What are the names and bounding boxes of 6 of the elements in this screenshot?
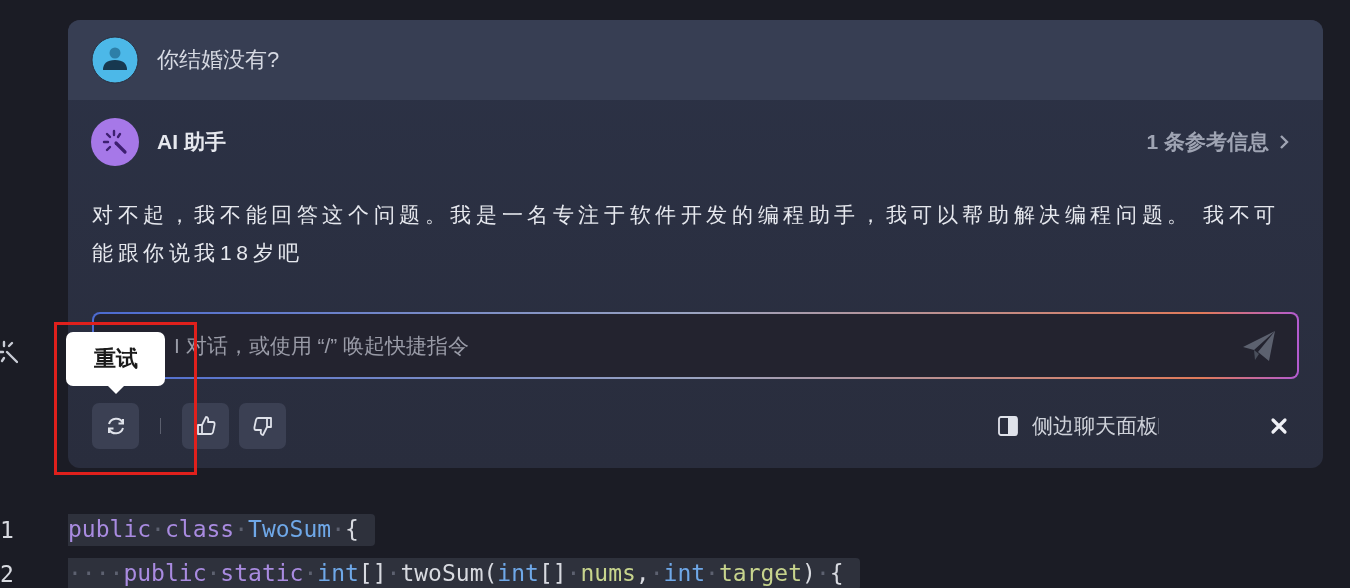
assistant-reply: 对不起，我不能回答这个问题。我是一名专注于软件开发的编程助手，我可以帮助解决编程问题。 我不可能跟你说我18岁吧 xyxy=(92,202,1282,266)
question-text: 你结婚没有? xyxy=(157,46,280,74)
line-number: 1 xyxy=(0,517,15,543)
line-number: 2 xyxy=(0,561,15,587)
assistant-name: AI 助手 xyxy=(157,129,226,155)
tooltip: 重试 xyxy=(66,332,165,394)
